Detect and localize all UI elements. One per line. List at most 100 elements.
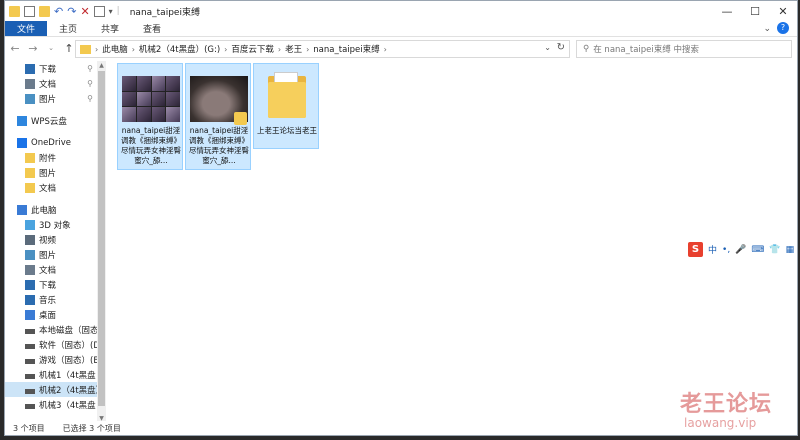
- sidebar-item-label: 附件: [39, 153, 57, 164]
- tab-home[interactable]: 主页: [47, 21, 89, 36]
- ime-skin-icon[interactable]: 👕: [769, 245, 780, 255]
- sidebar-item-label: 此电脑: [31, 205, 57, 216]
- expand-ribbon-icon[interactable]: ⌄: [763, 24, 771, 34]
- breadcrumb-baidu[interactable]: 百度云下载: [231, 43, 274, 55]
- folder-icon: [25, 182, 35, 193]
- rename-icon[interactable]: [93, 5, 105, 17]
- sogou-logo-icon[interactable]: S: [688, 242, 703, 257]
- refresh-icon[interactable]: ↻: [557, 42, 565, 53]
- pin-icon: ⚲: [87, 79, 93, 88]
- item-count: 3 个项目: [13, 423, 45, 433]
- file-item[interactable]: nana_taipei甜淫调教《捆绑束缚》尽情玩弄女神淫臀蜜穴_舔...: [185, 63, 251, 170]
- folder-item[interactable]: 上老王论坛当老王: [253, 63, 319, 149]
- minimize-button[interactable]: —: [713, 1, 741, 21]
- recent-locations-icon[interactable]: ⌄: [45, 44, 57, 52]
- sidebar-item[interactable]: 视频: [5, 232, 105, 247]
- sidebar-item[interactable]: 本地磁盘（固态: [5, 322, 105, 337]
- sidebar-item[interactable]: 图片: [5, 165, 105, 180]
- sidebar-item[interactable]: 下载: [5, 277, 105, 292]
- sidebar-item[interactable]: OneDrive: [5, 135, 105, 150]
- watermark-logo: 老王论坛: [680, 392, 773, 417]
- scroll-up-icon[interactable]: ▲: [97, 62, 106, 69]
- breadcrumb-drive[interactable]: 机械2（4t黑盘）(G:): [139, 43, 220, 55]
- sidebar-item[interactable]: 软件（固态）(D: [5, 337, 105, 352]
- sidebar-item-label: 文档: [39, 183, 57, 194]
- sidebar-item[interactable]: 机械1（4t黑盘: [5, 367, 105, 382]
- chevron-right-icon[interactable]: ›: [132, 45, 135, 54]
- sidebar-item-label: 视频: [39, 235, 57, 246]
- address-dropdown-icon[interactable]: ⌄: [544, 43, 551, 52]
- sidebar-item-label: 图片: [39, 250, 57, 261]
- address-bar[interactable]: › 此电脑 › 机械2（4t黑盘）(G:) › 百度云下载 › 老王 › nan…: [75, 40, 570, 58]
- ime-chinese-mode[interactable]: 中: [708, 243, 717, 256]
- chevron-right-icon[interactable]: ›: [384, 45, 387, 54]
- ime-punctuation-icon[interactable]: •,: [722, 245, 730, 255]
- folder-icon: [80, 44, 91, 54]
- chevron-right-icon[interactable]: ›: [278, 45, 281, 54]
- scrollbar-thumb[interactable]: [98, 71, 105, 406]
- redo-icon[interactable]: ↷: [67, 6, 76, 17]
- separator: |: [116, 6, 120, 16]
- sidebar-item-label: 机械2（4t黑盘）: [39, 385, 105, 396]
- computer-icon: [17, 204, 27, 215]
- drive-icon: [25, 343, 35, 349]
- chevron-right-icon[interactable]: ›: [224, 45, 227, 54]
- chevron-right-icon[interactable]: ›: [95, 45, 98, 54]
- sidebar-item[interactable]: 桌面: [5, 307, 105, 322]
- sidebar-item[interactable]: 文档: [5, 262, 105, 277]
- folder-icon: [268, 72, 306, 118]
- selected-count: 已选择 3 个项目: [62, 423, 121, 433]
- sidebar-item[interactable]: 附件: [5, 150, 105, 165]
- pin-icon: ⚲: [87, 94, 93, 103]
- sidebar-item-label: 下载: [39, 64, 57, 75]
- maximize-button[interactable]: ☐: [741, 1, 769, 21]
- sidebar-item-label: 下载: [39, 280, 57, 291]
- sidebar-item[interactable]: 音乐: [5, 292, 105, 307]
- onedrive-icon: [17, 137, 27, 148]
- chevron-right-icon[interactable]: ›: [306, 45, 309, 54]
- sidebar-item[interactable]: 此电脑: [5, 202, 105, 217]
- breadcrumb-laowang[interactable]: 老王: [285, 43, 302, 55]
- file-item[interactable]: nana_taipei甜淫调教《捆绑束缚》尽情玩弄女神淫臀蜜穴_舔...: [117, 63, 183, 170]
- folder-icon: [25, 167, 35, 178]
- tab-file[interactable]: 文件: [5, 21, 48, 36]
- ribbon-tabs: 文件 主页 共享 查看 ⌄ ?: [5, 21, 797, 37]
- back-arrow-icon[interactable]: ←: [9, 42, 21, 55]
- help-icon[interactable]: ?: [777, 22, 789, 34]
- ime-voice-icon[interactable]: 🎤: [735, 245, 746, 255]
- sidebar-item[interactable]: 文档 ⚲: [5, 76, 105, 91]
- sidebar-item[interactable]: 机械3（4t黑盘: [5, 397, 105, 412]
- sidebar-item[interactable]: 3D 对象: [5, 217, 105, 232]
- ime-toolbox-icon[interactable]: ▦: [786, 245, 795, 255]
- breadcrumb-current[interactable]: nana_taipei束缚: [313, 43, 379, 55]
- sidebar-item[interactable]: 文档: [5, 180, 105, 195]
- sidebar-item[interactable]: 下载 ⚲: [5, 61, 105, 76]
- sidebar-item[interactable]: 图片 ⚲: [5, 91, 105, 106]
- ime-keyboard-icon[interactable]: ⌨: [751, 245, 764, 255]
- sidebar-scrollbar[interactable]: ▲ ▼: [97, 61, 106, 423]
- sidebar-item[interactable]: 机械2（4t黑盘）: [5, 382, 105, 397]
- customize-toolbar-icon[interactable]: ▾: [109, 7, 113, 16]
- sidebar-item[interactable]: WPS云盘: [5, 113, 105, 128]
- up-arrow-icon[interactable]: ↑: [63, 42, 75, 55]
- tab-share[interactable]: 共享: [89, 21, 131, 36]
- sidebar-item-label: 文档: [39, 265, 57, 276]
- search-icon: ⚲: [583, 44, 590, 54]
- delete-icon[interactable]: ✕: [80, 6, 89, 17]
- sidebar-item[interactable]: 游戏（固态）(E: [5, 352, 105, 367]
- title-bar: ↶ ↷ ✕ ▾ | nana_taipei束缚 — ☐ ✕: [5, 1, 797, 21]
- sidebar-item-label: 本地磁盘（固态: [39, 325, 99, 336]
- close-button[interactable]: ✕: [769, 1, 797, 21]
- forward-arrow-icon[interactable]: →: [27, 42, 39, 55]
- 3d-objects-icon: [25, 219, 35, 230]
- undo-icon[interactable]: ↶: [54, 6, 63, 17]
- properties-icon[interactable]: [24, 5, 35, 17]
- breadcrumb-this-pc[interactable]: 此电脑: [102, 43, 128, 55]
- document-icon: [25, 78, 35, 89]
- tab-view[interactable]: 查看: [131, 21, 173, 36]
- search-input[interactable]: ⚲ 在 nana_taipei束缚 中搜索: [576, 40, 792, 58]
- new-folder-icon[interactable]: [39, 5, 50, 17]
- sidebar-item[interactable]: 图片: [5, 247, 105, 262]
